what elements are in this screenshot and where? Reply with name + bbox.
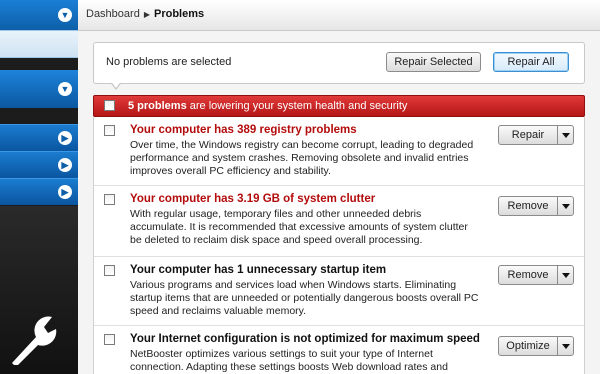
breadcrumb-separator-icon: ▶ — [143, 10, 150, 19]
callout-pointer-fill — [110, 80, 122, 88]
header-bar: Dashboard ▶ Problems — [78, 0, 600, 31]
sidebar-section-band — [0, 30, 78, 58]
problem-action-split-button[interactable]: Remove — [498, 196, 574, 216]
sidebar: ▼ ▼ ▶ ▶ ▶ — [0, 0, 78, 374]
breadcrumb: Dashboard ▶ Problems — [86, 8, 204, 20]
problem-checkbox[interactable] — [104, 265, 115, 276]
chevron-right-icon[interactable]: ▶ — [58, 185, 72, 199]
problem-action-button[interactable]: Remove — [498, 265, 558, 285]
problem-action-button[interactable]: Optimize — [498, 336, 558, 356]
problem-action-button[interactable]: Repair — [498, 125, 558, 145]
problems-list: Your computer has 389 registry problems … — [93, 117, 585, 374]
problem-checkbox[interactable] — [104, 194, 115, 205]
sidebar-section-header[interactable]: ▼ — [0, 70, 78, 108]
breadcrumb-current: Problems — [153, 8, 205, 20]
problem-action-split-button[interactable]: Optimize — [498, 336, 574, 356]
problem-title: Your Internet configuration is not optim… — [130, 333, 480, 345]
sidebar-section-header[interactable]: ▼ — [0, 0, 78, 30]
problems-count: 5 problems — [128, 100, 187, 112]
sidebar-item[interactable]: ▶ — [0, 124, 78, 151]
sidebar-item[interactable]: ▶ — [0, 151, 78, 178]
chevron-down-icon[interactable]: ▼ — [58, 82, 72, 96]
repair-all-button[interactable]: Repair All — [493, 52, 569, 72]
problem-title: Your computer has 1 unnecessary startup … — [130, 264, 387, 276]
selection-toolbar: No problems are selected Repair Selected… — [93, 42, 585, 84]
chevron-down-icon[interactable] — [557, 125, 574, 145]
selection-status-text: No problems are selected — [106, 56, 232, 68]
wrench-icon — [12, 316, 57, 365]
problems-summary-text: 5 problems are lowering your system heal… — [128, 100, 407, 112]
problem-action-split-button[interactable]: Remove — [498, 265, 574, 285]
problem-row: Your computer has 3.19 GB of system clut… — [94, 186, 584, 257]
chevron-down-icon[interactable]: ▼ — [58, 8, 72, 22]
problem-action-split-button[interactable]: Repair — [498, 125, 574, 145]
chevron-right-icon[interactable]: ▶ — [58, 131, 72, 145]
problem-description: Various programs and services load when … — [130, 279, 479, 317]
problem-description: NetBooster optimizes various settings to… — [130, 348, 448, 373]
repair-selected-button[interactable]: Repair Selected — [386, 52, 481, 72]
breadcrumb-dashboard[interactable]: Dashboard — [86, 8, 140, 20]
problem-row: Your computer has 1 unnecessary startup … — [94, 257, 584, 326]
problem-description: Over time, the Windows registry can beco… — [130, 139, 474, 177]
problem-title: Your computer has 389 registry problems — [130, 124, 357, 136]
problem-checkbox[interactable] — [104, 334, 115, 345]
problems-summary-rest: are lowering your system health and secu… — [186, 100, 408, 112]
select-all-checkbox[interactable] — [104, 100, 115, 111]
problem-description: With regular usage, temporary files and … — [130, 208, 468, 246]
problems-summary-banner: 5 problems are lowering your system heal… — [93, 95, 585, 117]
chevron-down-icon[interactable] — [557, 196, 574, 216]
problem-title: Your computer has 3.19 GB of system clut… — [130, 193, 376, 205]
chevron-down-icon[interactable] — [557, 336, 574, 356]
chevron-right-icon[interactable]: ▶ — [58, 158, 72, 172]
problem-row: Your Internet configuration is not optim… — [94, 326, 584, 374]
sidebar-item[interactable]: ▶ — [0, 178, 78, 205]
problem-checkbox[interactable] — [104, 125, 115, 136]
problem-row: Your computer has 389 registry problems … — [94, 117, 584, 186]
problem-action-button[interactable]: Remove — [498, 196, 558, 216]
chevron-down-icon[interactable] — [557, 265, 574, 285]
